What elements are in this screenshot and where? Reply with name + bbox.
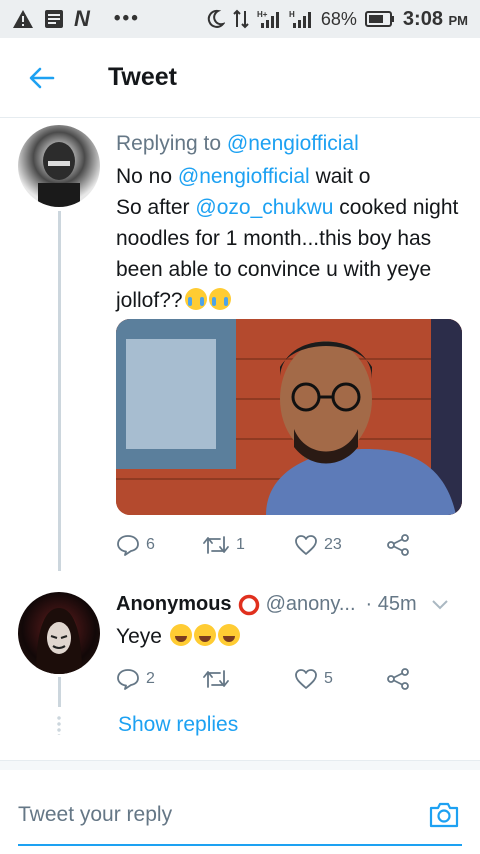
laughing-emoji xyxy=(217,624,240,646)
heart-icon xyxy=(295,535,317,555)
like-button[interactable]: 5 xyxy=(294,668,386,690)
show-replies-link[interactable]: Show replies xyxy=(118,713,238,737)
mention-link[interactable]: @nengiofficial xyxy=(178,165,310,188)
timestamp: · 45m xyxy=(365,593,417,615)
replying-to: Replying to @nengiofficial xyxy=(116,132,359,155)
share-icon xyxy=(387,534,409,556)
back-button[interactable] xyxy=(0,38,84,118)
reply-underline xyxy=(18,844,462,846)
reply-count: 2 xyxy=(146,670,155,687)
tweet-actions: 6 1 23 xyxy=(116,533,410,557)
tweet-header: Anonymous @anony... · 45m xyxy=(116,593,466,616)
tweet-text: No no @nengiofficial wait o So after @oz… xyxy=(116,165,459,312)
warning-icon xyxy=(12,9,34,29)
crying-emoji xyxy=(184,288,207,310)
data-transfer-icon xyxy=(233,9,249,29)
signal-icon: H+ xyxy=(257,9,281,29)
avatar[interactable] xyxy=(18,592,100,674)
crying-emoji xyxy=(208,288,231,310)
mention-link[interactable]: @ozo_chukwu xyxy=(195,196,333,219)
thread-connector xyxy=(58,211,61,571)
thread-connector-2 xyxy=(58,677,61,707)
like-count: 23 xyxy=(324,536,342,553)
status-bar: N ••• H+ H 68% 3:08 PM xyxy=(0,0,480,38)
app-n-icon: N xyxy=(74,6,90,31)
notification-icon xyxy=(44,9,64,29)
reply-icon xyxy=(117,669,139,690)
tweet-thread: Replying to @nengiofficial No no @nengio… xyxy=(0,119,480,759)
battery-icon xyxy=(364,10,395,28)
chevron-down-icon[interactable] xyxy=(431,599,449,611)
retweet-icon xyxy=(203,670,229,688)
reply-button[interactable]: 2 xyxy=(116,668,202,690)
retweet-button[interactable] xyxy=(202,669,294,689)
avatar[interactable] xyxy=(18,125,100,207)
laughing-emoji xyxy=(193,624,216,646)
like-button[interactable]: 23 xyxy=(294,534,386,556)
retweet-count: 1 xyxy=(236,536,245,553)
battery-percent: 68% xyxy=(320,8,357,29)
circle-badge-icon xyxy=(238,594,260,616)
retweet-button[interactable]: 1 xyxy=(202,535,294,555)
clock: 3:08 PM xyxy=(402,7,468,30)
reply-count: 6 xyxy=(146,536,155,553)
thread-dots xyxy=(57,715,61,735)
display-name[interactable]: Anonymous xyxy=(116,593,232,616)
moon-icon xyxy=(205,9,225,29)
heart-icon xyxy=(295,669,317,689)
more-notifications-icon: ••• xyxy=(113,8,140,29)
signal-1-label: H+ xyxy=(257,10,268,19)
camera-button[interactable] xyxy=(426,797,462,833)
tweet-actions: 2 5 xyxy=(116,667,410,691)
share-button[interactable] xyxy=(386,667,410,691)
camera-icon xyxy=(429,802,459,827)
share-icon xyxy=(387,668,409,690)
tweet-body: Replying to @nengiofficial No no @nengio… xyxy=(116,129,466,316)
like-count: 5 xyxy=(324,670,333,687)
arrow-left-icon xyxy=(29,67,55,88)
reply-icon xyxy=(117,535,139,556)
tweet-text: Yeye xyxy=(116,624,240,649)
divider xyxy=(0,760,480,770)
reply-button[interactable]: 6 xyxy=(116,534,202,556)
mention-link[interactable]: @nengiofficial xyxy=(227,132,359,155)
laughing-emoji xyxy=(169,624,192,646)
tweet-image[interactable] xyxy=(116,319,462,515)
app-header: Tweet xyxy=(0,38,480,118)
share-button[interactable] xyxy=(386,533,410,557)
signal-2-label: H xyxy=(289,10,295,19)
user-handle[interactable]: @anony... xyxy=(266,593,356,616)
retweet-icon xyxy=(203,536,229,554)
reply-composer xyxy=(0,775,480,854)
reply-input[interactable] xyxy=(18,802,426,827)
page-title: Tweet xyxy=(108,63,177,91)
signal-icon-2: H xyxy=(289,9,313,29)
